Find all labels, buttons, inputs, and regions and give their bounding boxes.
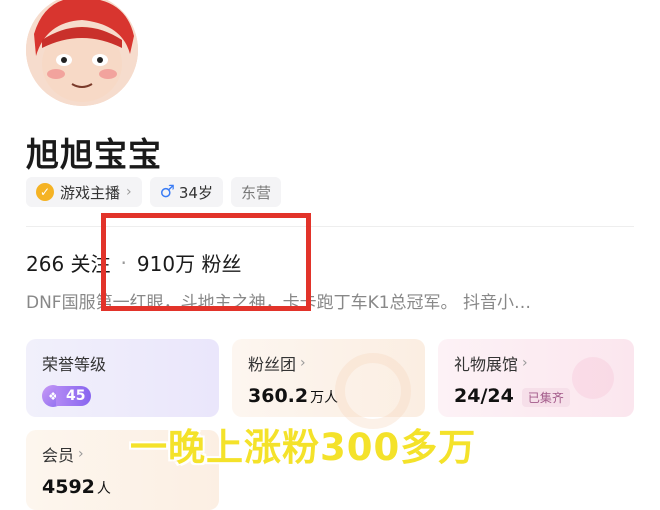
age-label: 34岁 — [178, 183, 213, 202]
highlight-box — [101, 213, 311, 311]
fan-club-card[interactable]: 粉丝团 › 360.2 万人 — [232, 339, 425, 429]
chevron-right-icon: › — [126, 184, 132, 200]
male-icon: ♂ — [159, 182, 175, 202]
profile-name: 旭旭宝宝 — [26, 135, 162, 174]
following-count: 266 — [26, 252, 65, 276]
member-value: 4592 — [42, 476, 95, 498]
collected-badge: 已集齐 — [521, 388, 570, 407]
chevron-right-icon: › — [78, 446, 84, 462]
chevron-right-icon: › — [522, 355, 528, 371]
role-tag[interactable]: ✓ 游戏主播 › — [26, 177, 142, 207]
member-value-row: 4592 人 — [42, 476, 203, 498]
role-label: 游戏主播 — [60, 183, 121, 202]
verified-check-icon: ✓ — [36, 183, 54, 201]
member-title: 会员 — [42, 446, 75, 465]
gift-icon — [572, 357, 614, 399]
overlay-caption: 一晚上涨粉300多万 — [130, 426, 477, 469]
gift-hall-value: 24/24 — [454, 385, 514, 407]
gift-hall-card[interactable]: 礼物展馆 › 24/24 已集齐 — [438, 339, 634, 417]
gift-hall-title: 礼物展馆 — [454, 355, 519, 374]
location-tag: 东营 — [230, 177, 281, 207]
location-label: 东营 — [240, 183, 271, 202]
avatar-image — [26, 0, 138, 106]
gender-age-tag: ♂ 34岁 — [149, 177, 223, 207]
fan-club-title: 粉丝团 — [248, 355, 297, 374]
fan-club-value: 360.2 — [248, 385, 309, 407]
avatar[interactable] — [26, 0, 138, 106]
honor-level-title: 荣誉等级 — [42, 355, 107, 374]
following-stat[interactable]: 266 关注 — [26, 248, 111, 277]
level-value: 45 — [56, 386, 92, 406]
member-unit: 人 — [96, 481, 111, 497]
chevron-right-icon: › — [300, 355, 306, 371]
fan-club-unit: 万人 — [310, 390, 339, 406]
level-badge: ❖ 45 — [42, 385, 203, 407]
honor-level-card[interactable]: 荣誉等级 ❖ 45 — [26, 339, 219, 417]
profile-tags: ✓ 游戏主播 › ♂ 34岁 东营 — [26, 177, 281, 207]
